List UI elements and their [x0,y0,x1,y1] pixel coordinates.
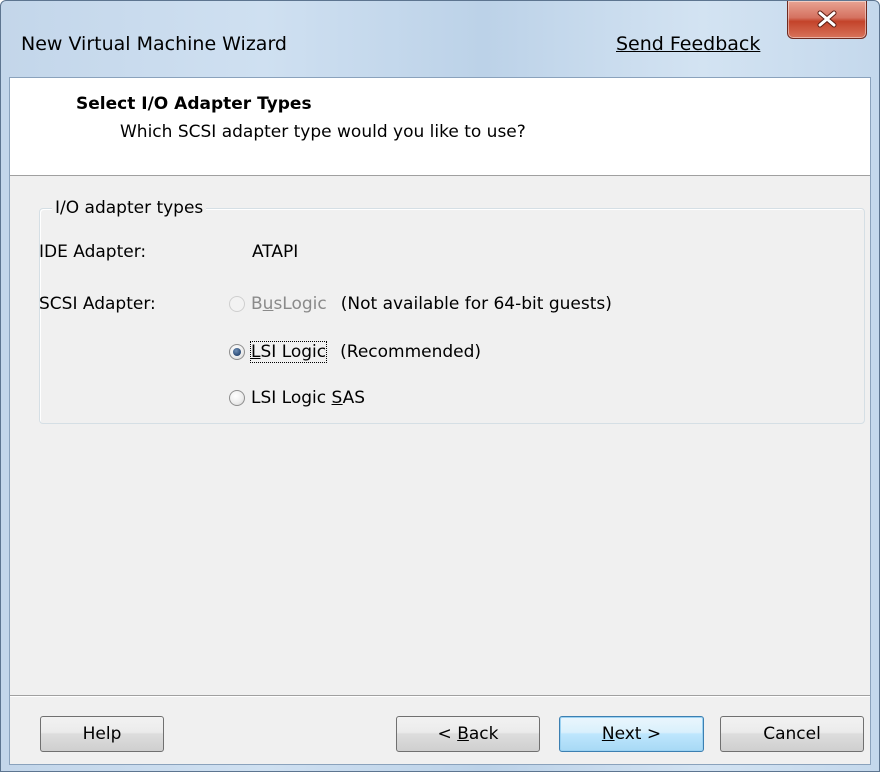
back-button-label: < Back [437,724,499,744]
radio-button[interactable] [229,390,245,406]
ide-adapter-value: ATAPI [252,242,299,262]
wizard-window: New Virtual Machine Wizard Send Feedback… [0,0,880,772]
title-bar[interactable]: New Virtual Machine Wizard Send Feedback [1,1,879,77]
dialog-body: Select I/O Adapter Types Which SCSI adap… [9,77,871,765]
radio-label: BusLogic [251,294,327,314]
wizard-header: Select I/O Adapter Types Which SCSI adap… [10,78,870,176]
back-button[interactable]: < Back [396,716,540,752]
send-feedback-link[interactable]: Send Feedback [616,33,760,55]
cancel-button[interactable]: Cancel [720,716,864,752]
radio-lsi-logic-sas[interactable]: LSI Logic SAS [229,388,365,408]
footer-divider-highlight [10,696,870,697]
scsi-adapter-label: SCSI Adapter: [39,294,156,314]
help-button-label: Help [82,724,122,744]
io-adapter-group [39,208,865,424]
cancel-button-label: Cancel [763,724,821,744]
radio-buslogic[interactable]: BusLogic (Not available for 64-bit guest… [229,294,612,314]
close-x-icon [817,10,837,28]
window-title: New Virtual Machine Wizard [21,33,287,55]
radio-label: LSI Logic [249,341,328,363]
close-button[interactable] [787,1,867,39]
radio-button[interactable] [229,344,245,360]
group-legend: I/O adapter types [52,198,207,218]
help-button[interactable]: Help [40,716,164,752]
next-button-label: Next > [601,724,662,744]
radio-lsi-logic[interactable]: LSI Logic (Recommended) [229,341,482,363]
ide-adapter-label: IDE Adapter: [39,242,147,262]
radio-label: LSI Logic SAS [251,388,366,408]
next-button[interactable]: Next > [559,716,704,752]
buslogic-note: (Not available for 64-bit guests) [340,294,612,314]
lsi-logic-note: (Recommended) [340,342,482,362]
page-subtitle: Which SCSI adapter type would you like t… [120,122,526,142]
page-title: Select I/O Adapter Types [76,94,312,114]
radio-button[interactable] [229,296,245,312]
